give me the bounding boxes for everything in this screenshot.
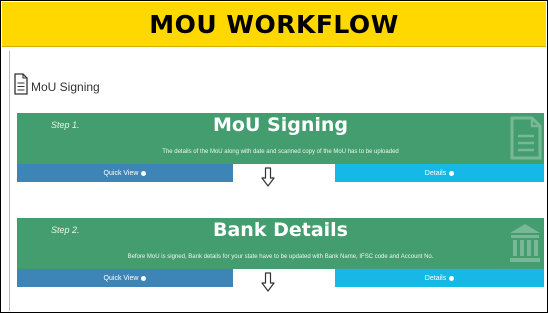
step-title: MoU Signing: [213, 114, 348, 136]
step-actions: Quick View Details: [17, 164, 544, 188]
details-button[interactable]: Details: [335, 269, 544, 287]
step-description: The details of the MoU along with date a…: [162, 149, 399, 155]
details-label: Details: [424, 274, 447, 282]
quick-view-button[interactable]: Quick View: [17, 269, 233, 287]
workflow-page: MoU Signing Step 1. MoU Signing The deta…: [9, 51, 546, 311]
details-label: Details: [424, 169, 447, 177]
down-arrow-icon: [261, 272, 275, 292]
workflow-banner: MOU WORKFLOW: [2, 2, 546, 47]
plus-circle-icon: [449, 170, 455, 176]
bank-icon: [510, 224, 540, 262]
page-title: MoU Signing: [31, 80, 100, 94]
eye-icon: [141, 275, 147, 281]
slide-frame: MOU WORKFLOW MoU Signing Step 1. MoU Sig…: [0, 0, 548, 313]
quick-view-label: Quick View: [103, 274, 139, 282]
page-header: MoU Signing: [14, 71, 100, 97]
step-1: Step 1. MoU Signing The details of the M…: [17, 113, 544, 188]
step-card: Step 2. Bank Details Before MoU is signe…: [17, 218, 544, 269]
document-icon: [14, 73, 28, 95]
down-arrow-icon: [261, 167, 275, 187]
step-2: Step 2. Bank Details Before MoU is signe…: [17, 218, 544, 293]
banner-title: MOU WORKFLOW: [149, 9, 399, 39]
quick-view-button[interactable]: Quick View: [17, 164, 233, 182]
eye-icon: [141, 170, 147, 176]
plus-circle-icon: [449, 275, 455, 281]
step-card: Step 1. MoU Signing The details of the M…: [17, 113, 544, 164]
details-button[interactable]: Details: [335, 164, 544, 182]
document-icon: [510, 116, 542, 160]
quick-view-label: Quick View: [103, 169, 139, 177]
step-description: Before MoU is signed, Bank details for y…: [127, 254, 434, 260]
step-title: Bank Details: [213, 219, 348, 241]
step-actions: Quick View Details: [17, 269, 544, 293]
